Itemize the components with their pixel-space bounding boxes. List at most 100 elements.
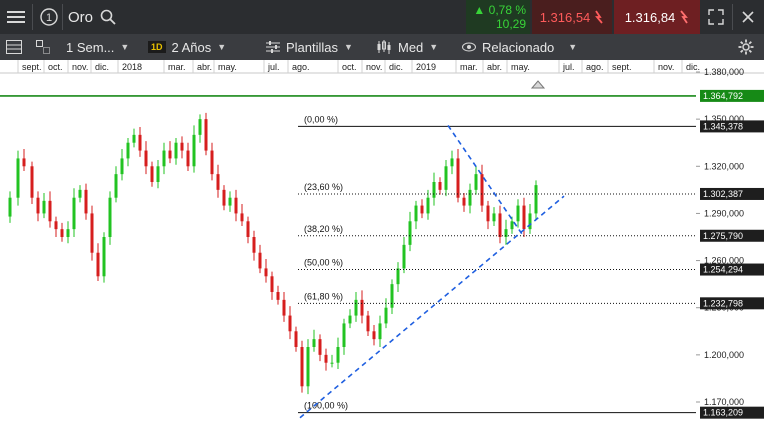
svg-text:1.364,792: 1.364,792 xyxy=(703,91,743,101)
candle xyxy=(450,150,454,175)
price-tag: 1.254,294 xyxy=(700,263,764,276)
fib-level-label: (0,00 %) xyxy=(304,114,338,124)
y-axis-label: 1.200,000 xyxy=(704,350,744,360)
svg-text:1.232,798: 1.232,798 xyxy=(703,298,743,308)
candle xyxy=(132,128,136,148)
x-axis-label: dic. xyxy=(686,62,700,72)
price-tag: 1.345,378 xyxy=(700,120,764,133)
x-axis-label: nov. xyxy=(658,62,674,72)
close-icon[interactable] xyxy=(742,0,754,34)
fib-level-label: (50,00 %) xyxy=(304,258,343,268)
candle xyxy=(42,193,46,219)
candle xyxy=(72,188,76,237)
x-axis-label: ago. xyxy=(586,62,604,72)
candle xyxy=(336,337,340,369)
change-box: ▲ 0,78 % 10,29 xyxy=(466,0,530,34)
candle xyxy=(318,334,322,362)
event-marker-icon[interactable] xyxy=(530,80,546,89)
candle xyxy=(354,292,358,322)
x-axis-label: sept. xyxy=(612,62,632,72)
candle xyxy=(60,222,64,242)
svg-text:1.254,294: 1.254,294 xyxy=(703,265,743,275)
svg-text:1: 1 xyxy=(46,12,52,24)
x-axis-label: oct. xyxy=(48,62,63,72)
candle xyxy=(402,237,406,274)
down-trend-icon xyxy=(595,10,603,24)
x-axis-label: 2018 xyxy=(122,62,142,72)
y-axis-label: 1.170,000 xyxy=(704,397,744,407)
candle xyxy=(528,204,532,234)
candle xyxy=(126,138,130,167)
candle xyxy=(480,164,484,212)
candle xyxy=(66,221,70,244)
chevron-down-icon: ▼ xyxy=(344,42,353,52)
x-axis-label: abr. xyxy=(487,62,502,72)
layout-grid-icon[interactable] xyxy=(36,34,50,60)
expand-icon[interactable] xyxy=(708,0,724,34)
settings-gear-icon[interactable] xyxy=(738,34,754,60)
candle xyxy=(468,183,472,214)
candle xyxy=(414,200,418,230)
candle xyxy=(114,166,118,203)
price-tag: 1.302,387 xyxy=(700,187,764,200)
eye-icon xyxy=(462,42,476,52)
sell-button[interactable]: 1.316,54 xyxy=(532,0,612,34)
candle xyxy=(258,244,262,274)
candle xyxy=(492,207,496,226)
svg-text:1.275,790: 1.275,790 xyxy=(703,231,743,241)
period-select[interactable]: 1 Sem... ▼ xyxy=(66,34,129,60)
sidebar-toggle-icon[interactable] xyxy=(6,34,22,60)
up-arrow-icon: ▲ xyxy=(473,3,486,17)
price-tag: 1.163,209 xyxy=(700,406,764,419)
candle xyxy=(276,285,280,305)
search-icon[interactable] xyxy=(100,0,116,34)
candle xyxy=(438,177,442,195)
candle xyxy=(162,142,166,175)
candle xyxy=(486,200,490,230)
up-trend-icon xyxy=(680,10,689,24)
candle xyxy=(84,183,88,220)
candle xyxy=(240,204,244,226)
candle xyxy=(432,172,436,206)
templates-select[interactable]: Plantillas ▼ xyxy=(266,34,353,60)
candle xyxy=(348,309,352,329)
candle xyxy=(144,141,148,175)
x-axis-label: dic. xyxy=(389,62,403,72)
candle xyxy=(168,141,172,164)
sliders-icon xyxy=(266,41,280,53)
change-abs: 10,29 xyxy=(495,17,526,31)
chevron-down-icon: ▼ xyxy=(217,42,227,52)
candle xyxy=(396,262,400,292)
related-select[interactable]: Relacionado ▼ xyxy=(462,34,577,60)
candle xyxy=(264,259,268,283)
menu-icon[interactable] xyxy=(6,0,26,34)
x-axis-label: nov. xyxy=(72,62,88,72)
fib-level-label: (61,80 %) xyxy=(304,291,343,301)
candle xyxy=(408,211,412,252)
candle xyxy=(22,149,26,171)
chart-type-select[interactable]: Med ▼ xyxy=(376,34,438,60)
instrument-name: Oro xyxy=(68,8,94,26)
candle xyxy=(150,161,154,187)
candle xyxy=(498,205,502,244)
related-label: Relacionado xyxy=(482,39,555,55)
svg-text:1.345,378: 1.345,378 xyxy=(703,121,743,131)
candle xyxy=(372,325,376,346)
x-axis-label: 2019 xyxy=(416,62,436,72)
info-icon[interactable]: 1 xyxy=(38,0,60,34)
price-tag: 1.364,792 xyxy=(700,89,764,102)
y-axis-label: 1.320,000 xyxy=(704,161,744,171)
price-chart[interactable]: sept. oct. nov. dic. 2018 mar. abr. may. jul. ago… xyxy=(0,60,764,425)
candle xyxy=(174,138,178,165)
range-label: 2 Años xyxy=(171,39,212,55)
range-select[interactable]: 1D 2 Años ▼ xyxy=(148,34,226,60)
candle xyxy=(222,185,226,211)
chevron-down-icon: ▼ xyxy=(429,42,439,52)
x-axis-label: may. xyxy=(218,62,237,72)
candle xyxy=(252,230,256,261)
x-axis-label: mar. xyxy=(460,62,478,72)
candle xyxy=(384,298,388,329)
candle xyxy=(342,318,346,355)
x-axis-label: sept. xyxy=(22,62,42,72)
buy-button[interactable]: 1.316,84 xyxy=(614,0,700,34)
